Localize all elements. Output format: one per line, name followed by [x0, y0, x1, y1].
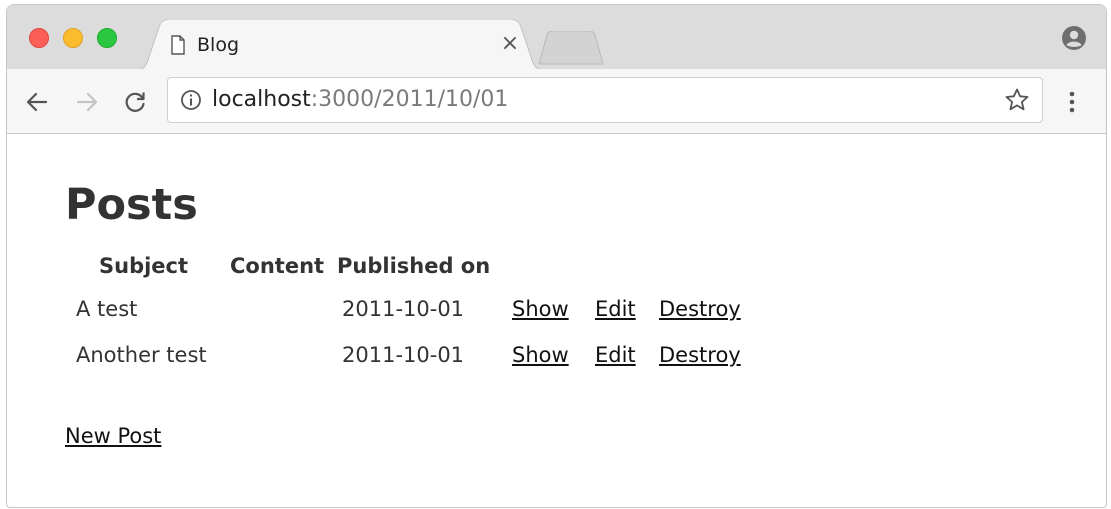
back-arrow-icon[interactable]	[24, 89, 50, 115]
url-host: localhost	[212, 87, 311, 112]
row-2-destroy-link[interactable]: Destroy	[659, 343, 741, 367]
column-header-subject: Subject	[99, 254, 189, 278]
row-1-destroy-link[interactable]: Destroy	[659, 297, 741, 321]
row-2-published-on: 2011-10-01	[342, 343, 465, 367]
row-1-edit-link[interactable]: Edit	[595, 297, 636, 321]
reload-icon[interactable]	[122, 89, 148, 115]
row-2-edit-link[interactable]: Edit	[595, 343, 636, 367]
row-1-published-on: 2011-10-01	[342, 297, 465, 321]
page-icon	[171, 35, 185, 55]
tab-blog[interactable]: Blog ×	[135, 19, 545, 71]
info-icon[interactable]	[180, 89, 202, 111]
address-bar[interactable]: localhost:3000/2011/10/01	[167, 77, 1043, 123]
row-2-subject: Another test	[76, 343, 207, 367]
page-content: Posts Subject Content Published on A tes…	[7, 134, 1106, 507]
maximize-window-icon[interactable]	[97, 28, 117, 48]
profile-icon[interactable]	[1061, 25, 1087, 51]
close-window-icon[interactable]	[29, 28, 49, 48]
url-text[interactable]: localhost:3000/2011/10/01	[212, 87, 508, 112]
url-path: :3000/2011/10/01	[310, 87, 509, 112]
row-2-show-link[interactable]: Show	[512, 343, 569, 367]
row-1-show-link[interactable]: Show	[512, 297, 569, 321]
browser-window: Blog × localhost:3000/2011/10/01 Posts S…	[6, 4, 1107, 508]
column-header-content: Content	[230, 254, 325, 278]
tab-strip: Blog ×	[7, 5, 1106, 71]
new-post-link[interactable]: New Post	[65, 424, 161, 448]
forward-arrow-icon[interactable]	[74, 89, 100, 115]
row-1-subject: A test	[76, 297, 138, 321]
tab-close-icon[interactable]: ×	[500, 32, 520, 56]
minimize-window-icon[interactable]	[63, 28, 83, 48]
column-header-published-on: Published on	[337, 254, 491, 278]
star-icon[interactable]	[1004, 87, 1030, 113]
menu-icon[interactable]	[1065, 89, 1079, 115]
new-tab-icon[interactable]	[537, 31, 607, 65]
tab-title: Blog	[197, 34, 239, 56]
browser-toolbar: localhost:3000/2011/10/01	[7, 69, 1106, 134]
page-title: Posts	[65, 180, 198, 230]
